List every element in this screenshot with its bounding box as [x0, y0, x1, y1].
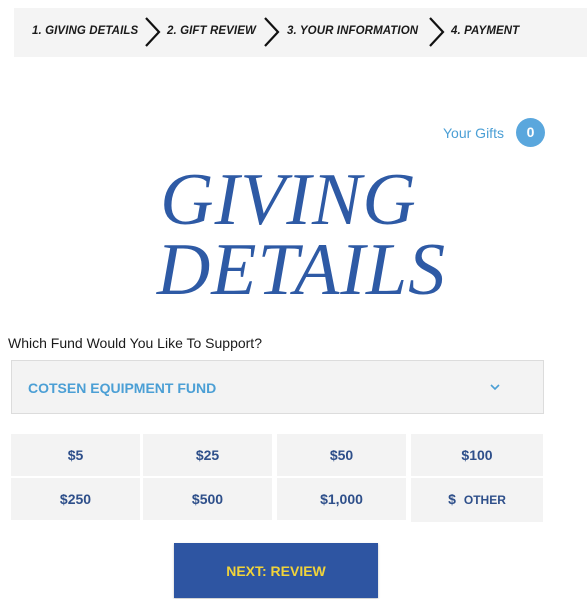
page-title-line-1: GIVING	[160, 159, 417, 241]
amount-option-500[interactable]: $500	[143, 478, 272, 520]
chevron-down-icon	[490, 384, 500, 391]
amount-option-5[interactable]: $5	[11, 434, 140, 476]
fund-selected-value: COTSEN EQUIPMENT FUND	[28, 380, 217, 396]
other-currency-symbol: $	[448, 491, 456, 507]
chevron-right-icon	[429, 17, 445, 47]
step-payment[interactable]: 4. PAYMENT	[451, 25, 519, 37]
fund-question-label: Which Fund Would You Like To Support?	[8, 335, 262, 351]
fund-select-dropdown[interactable]: COTSEN EQUIPMENT FUND	[11, 360, 544, 414]
amount-option-1000[interactable]: $1,000	[277, 478, 406, 520]
amount-option-other[interactable]: $ OTHER	[411, 478, 543, 522]
chevron-right-icon	[145, 17, 161, 47]
page-title-line-2: DETAILS	[156, 229, 447, 311]
step-giving-details[interactable]: 1. GIVING DETAILS	[32, 25, 138, 37]
next-review-button[interactable]: NEXT: REVIEW	[174, 543, 378, 598]
amount-option-50[interactable]: $50	[277, 434, 406, 476]
page-title: GIVING DETAILS	[0, 159, 587, 311]
amount-option-100[interactable]: $100	[411, 434, 543, 476]
amount-option-25[interactable]: $25	[143, 434, 272, 476]
your-gifts-link[interactable]: Your Gifts	[443, 125, 504, 141]
step-gift-review[interactable]: 2. GIFT REVIEW	[167, 25, 256, 37]
amount-option-250[interactable]: $250	[11, 478, 140, 520]
checkout-steps-bar: 1. GIVING DETAILS 2. GIFT REVIEW 3. YOUR…	[14, 8, 587, 57]
other-amount-label: OTHER	[463, 493, 506, 507]
chevron-right-icon	[264, 17, 280, 47]
step-your-information[interactable]: 3. YOUR INFORMATION	[287, 25, 418, 37]
gift-count-badge[interactable]: 0	[516, 118, 545, 147]
